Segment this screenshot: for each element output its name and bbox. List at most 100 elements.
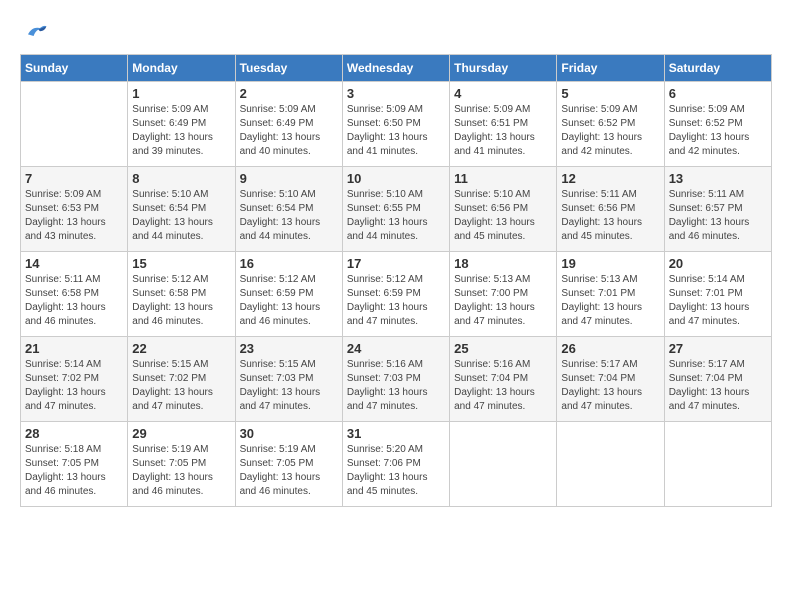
week-row-4: 21 Sunrise: 5:14 AMSunset: 7:02 PMDayligh… (21, 337, 772, 422)
header-sunday: Sunday (21, 55, 128, 82)
logo-bird-icon (24, 20, 48, 44)
day-info: Sunrise: 5:14 AMSunset: 7:01 PMDaylight:… (669, 273, 767, 329)
day-info: Sunrise: 5:17 AMSunset: 7:04 PMDaylight:… (561, 358, 659, 414)
day-number: 13 (669, 171, 767, 186)
calendar-cell: 3 Sunrise: 5:09 AMSunset: 6:50 PMDaylight… (342, 82, 449, 167)
calendar-cell: 28Sunrise: 5:18 AMSunset: 7:05 PMDayligh… (21, 422, 128, 507)
day-info: Sunrise: 5:11 AMSunset: 6:57 PMDaylight:… (669, 188, 767, 244)
calendar-cell: 14 Sunrise: 5:11 AMSunset: 6:58 PMDayligh… (21, 252, 128, 337)
day-number: 2 (240, 86, 338, 101)
calendar-cell (450, 422, 557, 507)
day-number: 27 (669, 341, 767, 356)
day-info: Sunrise: 5:09 AMSunset: 6:51 PMDaylight:… (454, 103, 552, 159)
calendar-cell (664, 422, 771, 507)
calendar-cell: 4 Sunrise: 5:09 AMSunset: 6:51 PMDaylight… (450, 82, 557, 167)
day-info: Sunrise: 5:20 AMSunset: 7:06 PMDaylight:… (347, 443, 445, 499)
day-info: Sunrise: 5:12 AMSunset: 6:59 PMDaylight:… (240, 273, 338, 329)
calendar-cell: 27 Sunrise: 5:17 AMSunset: 7:04 PMDayligh… (664, 337, 771, 422)
day-number: 8 (132, 171, 230, 186)
day-info: Sunrise: 5:16 AMSunset: 7:04 PMDaylight:… (454, 358, 552, 414)
calendar-cell: 19Sunrise: 5:13 AMSunset: 7:01 PMDayligh… (557, 252, 664, 337)
day-info: Sunrise: 5:19 AMSunset: 7:05 PMDaylight:… (240, 443, 338, 499)
day-info: Sunrise: 5:09 AMSunset: 6:50 PMDaylight:… (347, 103, 445, 159)
day-number: 30 (240, 426, 338, 441)
day-number: 1 (132, 86, 230, 101)
day-number: 23 (240, 341, 338, 356)
calendar-cell: 1Sunrise: 5:09 AMSunset: 6:49 PMDaylight… (128, 82, 235, 167)
day-info: Sunrise: 5:10 AMSunset: 6:56 PMDaylight:… (454, 188, 552, 244)
day-number: 9 (240, 171, 338, 186)
week-row-2: 7 Sunrise: 5:09 AMSunset: 6:53 PMDaylight… (21, 167, 772, 252)
day-info: Sunrise: 5:09 AMSunset: 6:49 PMDaylight:… (240, 103, 338, 159)
day-number: 19 (561, 256, 659, 271)
day-number: 5 (561, 86, 659, 101)
calendar-cell: 5 Sunrise: 5:09 AMSunset: 6:52 PMDaylight… (557, 82, 664, 167)
day-number: 24 (347, 341, 445, 356)
day-info: Sunrise: 5:10 AMSunset: 6:54 PMDaylight:… (132, 188, 230, 244)
calendar-cell: 13 Sunrise: 5:11 AMSunset: 6:57 PMDayligh… (664, 167, 771, 252)
day-number: 21 (25, 341, 123, 356)
calendar-cell: 23 Sunrise: 5:15 AMSunset: 7:03 PMDayligh… (235, 337, 342, 422)
day-number: 12 (561, 171, 659, 186)
day-number: 16 (240, 256, 338, 271)
day-info: Sunrise: 5:12 AMSunset: 6:58 PMDaylight:… (132, 273, 230, 329)
calendar-cell: 12 Sunrise: 5:11 AMSunset: 6:56 PMDayligh… (557, 167, 664, 252)
calendar-cell: 29Sunrise: 5:19 AMSunset: 7:05 PMDayligh… (128, 422, 235, 507)
header-saturday: Saturday (664, 55, 771, 82)
week-row-1: 1 Sunrise: 5:09 AMSunset: 6:49 PMDaylight… (21, 82, 772, 167)
calendar-cell: 11 Sunrise: 5:10 AMSunset: 6:56 PMDayligh… (450, 167, 557, 252)
day-number: 7 (25, 171, 123, 186)
day-info: Sunrise: 5:14 AMSunset: 7:02 PMDaylight:… (25, 358, 123, 414)
calendar-cell (21, 82, 128, 167)
day-number: 4 (454, 86, 552, 101)
day-number: 10 (347, 171, 445, 186)
day-number: 31 (347, 426, 445, 441)
day-info: Sunrise: 5:15 AMSunset: 7:03 PMDaylight:… (240, 358, 338, 414)
calendar-cell: 25Sunrise: 5:16 AMSunset: 7:04 PMDayligh… (450, 337, 557, 422)
day-info: Sunrise: 5:11 AMSunset: 6:58 PMDaylight:… (25, 273, 123, 329)
week-row-5: 28Sunrise: 5:18 AMSunset: 7:05 PMDayligh… (21, 422, 772, 507)
header-row: SundayMondayTuesdayWednesdayThursdayFrid… (21, 55, 772, 82)
calendar-cell: 21 Sunrise: 5:14 AMSunset: 7:02 PMDayligh… (21, 337, 128, 422)
week-row-3: 14 Sunrise: 5:11 AMSunset: 6:58 PMDayligh… (21, 252, 772, 337)
calendar-cell: 10 Sunrise: 5:10 AMSunset: 6:55 PMDayligh… (342, 167, 449, 252)
calendar-cell: 16 Sunrise: 5:12 AMSunset: 6:59 PMDayligh… (235, 252, 342, 337)
day-info: Sunrise: 5:09 AMSunset: 6:52 PMDaylight:… (669, 103, 767, 159)
day-number: 3 (347, 86, 445, 101)
header-tuesday: Tuesday (235, 55, 342, 82)
day-number: 17 (347, 256, 445, 271)
calendar-cell: 18Sunrise: 5:13 AMSunset: 7:00 PMDayligh… (450, 252, 557, 337)
header-friday: Friday (557, 55, 664, 82)
calendar-cell: 26 Sunrise: 5:17 AMSunset: 7:04 PMDayligh… (557, 337, 664, 422)
header-thursday: Thursday (450, 55, 557, 82)
calendar-table: SundayMondayTuesdayWednesdayThursdayFrid… (20, 54, 772, 507)
day-number: 11 (454, 171, 552, 186)
day-number: 26 (561, 341, 659, 356)
calendar-cell: 30 Sunrise: 5:19 AMSunset: 7:05 PMDayligh… (235, 422, 342, 507)
day-info: Sunrise: 5:16 AMSunset: 7:03 PMDaylight:… (347, 358, 445, 414)
calendar-cell: 15 Sunrise: 5:12 AMSunset: 6:58 PMDayligh… (128, 252, 235, 337)
day-info: Sunrise: 5:10 AMSunset: 6:55 PMDaylight:… (347, 188, 445, 244)
day-number: 29 (132, 426, 230, 441)
calendar-cell: 7 Sunrise: 5:09 AMSunset: 6:53 PMDaylight… (21, 167, 128, 252)
day-info: Sunrise: 5:17 AMSunset: 7:04 PMDaylight:… (669, 358, 767, 414)
calendar-cell: 9Sunrise: 5:10 AMSunset: 6:54 PMDaylight… (235, 167, 342, 252)
calendar-cell: 20 Sunrise: 5:14 AMSunset: 7:01 PMDayligh… (664, 252, 771, 337)
day-number: 6 (669, 86, 767, 101)
day-number: 14 (25, 256, 123, 271)
day-number: 28 (25, 426, 123, 441)
calendar-cell: 8 Sunrise: 5:10 AMSunset: 6:54 PMDaylight… (128, 167, 235, 252)
day-info: Sunrise: 5:09 AMSunset: 6:52 PMDaylight:… (561, 103, 659, 159)
logo (20, 20, 50, 44)
calendar-cell: 31 Sunrise: 5:20 AMSunset: 7:06 PMDayligh… (342, 422, 449, 507)
day-number: 18 (454, 256, 552, 271)
day-info: Sunrise: 5:11 AMSunset: 6:56 PMDaylight:… (561, 188, 659, 244)
page-header (20, 20, 772, 44)
day-number: 22 (132, 341, 230, 356)
header-monday: Monday (128, 55, 235, 82)
day-number: 15 (132, 256, 230, 271)
day-info: Sunrise: 5:09 AMSunset: 6:53 PMDaylight:… (25, 188, 123, 244)
calendar-cell: 17Sunrise: 5:12 AMSunset: 6:59 PMDayligh… (342, 252, 449, 337)
day-number: 20 (669, 256, 767, 271)
calendar-cell: 24 Sunrise: 5:16 AMSunset: 7:03 PMDayligh… (342, 337, 449, 422)
